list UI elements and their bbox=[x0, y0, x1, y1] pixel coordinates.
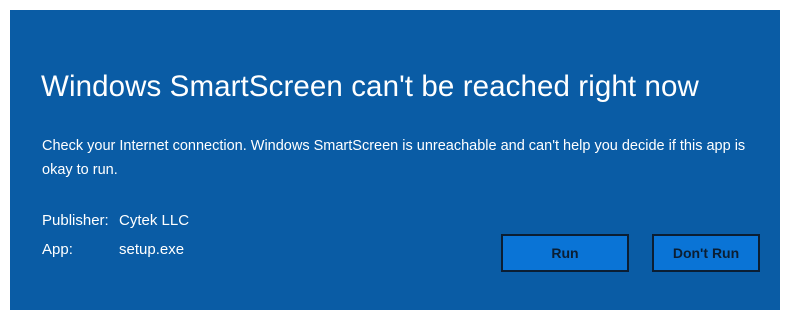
publisher-value: Cytek LLC bbox=[119, 212, 190, 229]
publisher-row: Publisher: Cytek LLC bbox=[42, 208, 189, 234]
app-details: Publisher: Cytek LLC App: setup.exe bbox=[42, 208, 189, 266]
dialog-message: Check your Internet connection. Windows … bbox=[42, 138, 746, 178]
dialog-title: Windows SmartScreen can't be reached rig… bbox=[41, 70, 699, 103]
app-label: App: bbox=[42, 241, 73, 258]
smartscreen-dialog: Windows SmartScreen can't be reached rig… bbox=[10, 10, 780, 310]
publisher-label: Publisher: bbox=[42, 212, 109, 229]
dont-run-button[interactable]: Don't Run bbox=[652, 234, 760, 272]
run-button[interactable]: Run bbox=[501, 234, 629, 272]
app-row: App: setup.exe bbox=[42, 237, 189, 263]
app-value: setup.exe bbox=[119, 241, 185, 258]
